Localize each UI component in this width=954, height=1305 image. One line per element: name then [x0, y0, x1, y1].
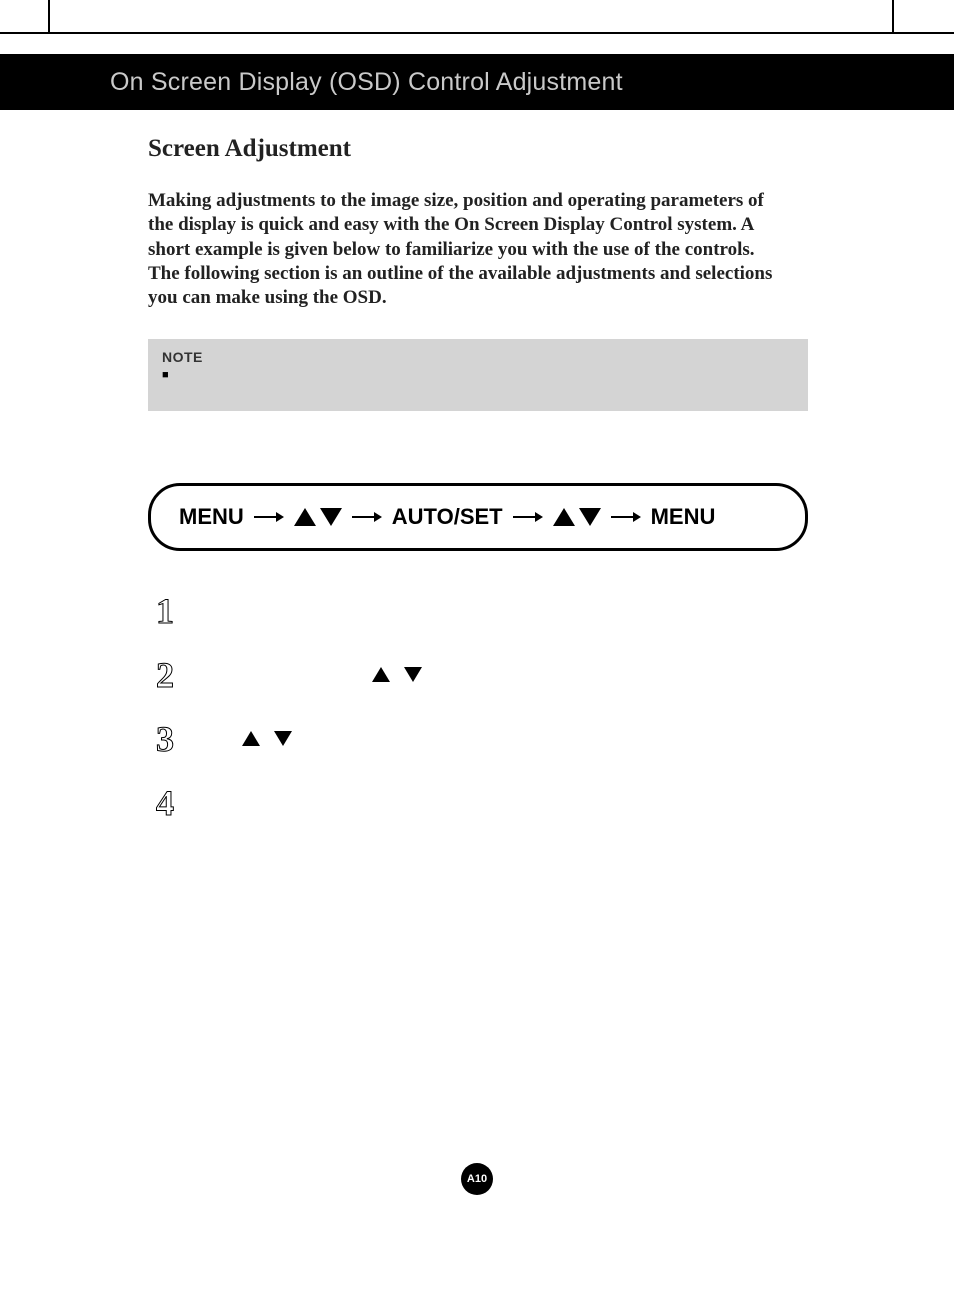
step-number: 3	[148, 718, 182, 760]
section-intro-text: Making adjustments to the image size, po…	[148, 189, 788, 311]
triangle-down-icon	[320, 508, 342, 526]
triangle-down-icon	[404, 667, 422, 682]
arrow-right-icon	[254, 504, 284, 530]
flow-menu-1: MENU	[179, 504, 244, 530]
triangle-up-icon	[242, 731, 260, 746]
step-number: 4	[148, 782, 182, 824]
page-header-title: On Screen Display (OSD) Control Adjustme…	[110, 68, 623, 97]
step-number: 2	[148, 654, 182, 696]
arrow-right-icon	[611, 504, 641, 530]
crop-mark-right	[892, 0, 894, 32]
triangle-down-icon	[579, 508, 601, 526]
note-label: NOTE	[162, 349, 794, 365]
button-flow-box: MENU AUTO/SET MENU	[148, 483, 808, 551]
note-box: NOTE ■	[148, 339, 808, 411]
arrow-right-icon	[352, 504, 382, 530]
step-up-down-icon	[242, 731, 292, 746]
triangle-up-icon	[294, 508, 316, 526]
step-row-1: 1	[148, 579, 808, 643]
note-bullet-icon: ■	[162, 369, 169, 381]
step-up-down-icon	[372, 667, 422, 682]
up-down-icon	[294, 508, 342, 526]
arrow-right-icon	[513, 504, 543, 530]
page-number: A10	[467, 1173, 487, 1185]
step-row-3: 3	[148, 707, 808, 771]
flow-menu-2: MENU	[651, 504, 716, 530]
flow-autoset: AUTO/SET	[392, 504, 503, 530]
page-number-badge: A10	[461, 1163, 493, 1195]
triangle-up-icon	[553, 508, 575, 526]
step-row-4: 4	[148, 771, 808, 835]
section-heading: Screen Adjustment	[148, 135, 808, 163]
crop-mark-left	[48, 0, 50, 32]
step-row-2: 2	[148, 643, 808, 707]
step-number: 1	[148, 590, 182, 632]
triangle-down-icon	[274, 731, 292, 746]
crop-mark-horizontal	[0, 32, 954, 34]
steps-list: 1 2 3 4	[148, 579, 808, 835]
up-down-icon	[553, 508, 601, 526]
triangle-up-icon	[372, 667, 390, 682]
header-band: On Screen Display (OSD) Control Adjustme…	[0, 54, 954, 110]
content-area: Screen Adjustment Making adjustments to …	[148, 135, 808, 835]
